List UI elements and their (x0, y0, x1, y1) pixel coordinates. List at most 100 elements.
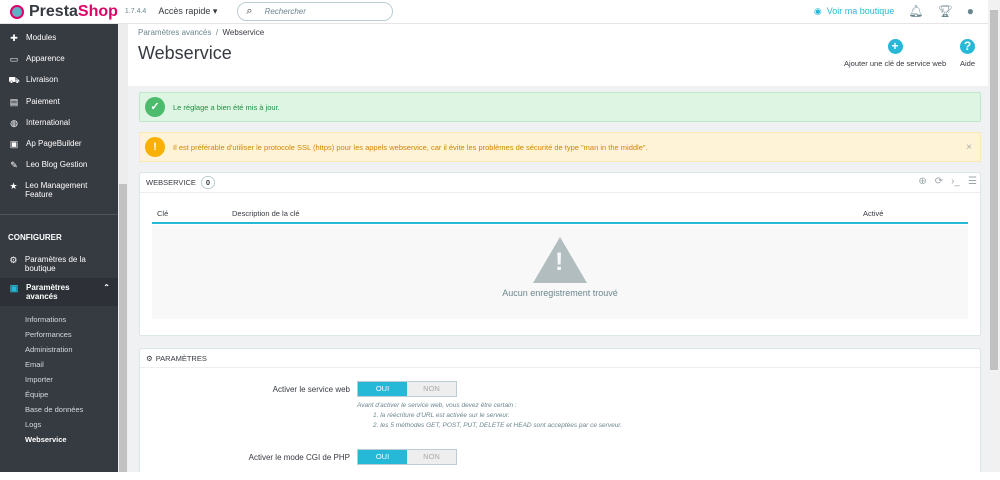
search-input[interactable]: ⌕ Rechercher (237, 2, 394, 21)
brand-b: Shop (77, 2, 118, 20)
label: Paramètres de la boutique (24, 255, 86, 273)
bell-icon[interactable]: 🔔︎ (908, 4, 923, 18)
col-description: Description de la clé (232, 209, 300, 218)
sidebar-item-leo-management[interactable]: ★ Leo Management Feature (0, 176, 118, 204)
sidebar-item-livraison[interactable]: ⛟ Livraison (0, 70, 118, 92)
sub-item-performances[interactable]: Performances (0, 327, 118, 342)
sub-item-webservice[interactable]: Webservice (0, 432, 118, 447)
database-icon[interactable]: ☰ (968, 176, 977, 187)
webservice-panel: WEBSERVICE 0 ⊕ ⟳ ›_ ☰ Clé Description de la … (139, 172, 981, 336)
sub-item-informations[interactable]: Informations (0, 312, 118, 327)
page-scrollbar[interactable] (988, 0, 1000, 472)
sub-item-email[interactable]: Email (0, 357, 118, 372)
empty-state: ! Aucun enregistrement trouvé (152, 225, 968, 319)
gears-icon: ⚙ (146, 353, 153, 363)
label: Leo Management Feature (25, 181, 88, 199)
account-icon[interactable]: ● (967, 4, 974, 18)
toggle-yes[interactable]: OUI (358, 450, 407, 464)
sidebar: ✚ Modules ▭ Apparence ⛟ Livraison ▤ Paiement… (0, 24, 118, 472)
search-placeholder: Rechercher (264, 7, 306, 16)
section-configurer: CONFIGURER (0, 214, 118, 250)
chevron-up-icon: ⌃ (103, 283, 110, 292)
warning-text: Il est préférable d'utiliser le protocol… (173, 142, 648, 152)
plus-circle-icon: + (887, 39, 903, 54)
params-panel: ⚙ PARAMÈTRES Activer le service web OUI NO… (139, 348, 981, 478)
card-icon: ▤ (9, 97, 19, 107)
label: Apparence (26, 54, 65, 63)
sub-item-administration[interactable]: Administration (0, 342, 118, 357)
sub-item-importer[interactable]: Importer (0, 372, 118, 387)
sidebar-item-paiement[interactable]: ▤ Paiement (0, 92, 118, 113)
table-header: Clé Description de la clé Activé (152, 207, 968, 224)
bottom-edge (0, 472, 1000, 480)
field-label: Activer le mode CGI de PHP (248, 453, 350, 462)
empty-text: Aucun enregistrement trouvé (502, 288, 618, 298)
toggle-no[interactable]: NON (407, 382, 456, 396)
scroll-thumb[interactable] (990, 10, 998, 370)
label: International (26, 118, 71, 127)
success-alert: ✓ Le réglage a bien été mis à jour. (139, 92, 981, 122)
sidebar-item-leo-blog[interactable]: ✎ Leo Blog Gestion (0, 155, 118, 176)
refresh-icon[interactable]: ⟳ (935, 176, 943, 187)
sidebar-item-shop-params[interactable]: ⚙ Paramètres de la boutique (0, 250, 118, 278)
warning-triangle-icon: ! (533, 237, 587, 283)
help-line: 2. les 5 méthodes GET, POST, PUT, DELETE… (373, 422, 623, 429)
check-icon: ✓ (145, 97, 165, 117)
sidebar-item-apparence[interactable]: ▭ Apparence (0, 49, 118, 70)
page-title: Webservice (138, 43, 232, 63)
breadcrumb-current: Webservice (222, 28, 265, 37)
view-shop-label: Voir ma boutique (826, 6, 895, 16)
sidebar-item-advanced-params[interactable]: ▣ Paramètres avancés ⌃ (0, 278, 118, 306)
pagebuilder-icon: ▣ (9, 139, 19, 149)
success-text: Le réglage a bien été mis à jour. (173, 102, 280, 112)
page-header: Paramètres avancés / Webservice Webservi… (128, 24, 988, 86)
globe-icon: ◍ (10, 118, 18, 128)
close-icon[interactable]: × (966, 142, 972, 153)
version: 1.7.4.4 (124, 8, 147, 15)
label: Paiement (26, 97, 60, 106)
puzzle-icon: ✚ (10, 33, 18, 43)
sub-item-logs[interactable]: Logs (0, 417, 118, 432)
count-badge: 0 (200, 176, 216, 189)
breadcrumb: Paramètres avancés / Webservice (138, 28, 264, 37)
settings-icon: ▣ (9, 283, 19, 293)
brand-a: Presta (29, 2, 78, 20)
field-help: Avant d'activer le service web, vous dev… (357, 401, 622, 431)
cgi-toggle[interactable]: OUI NON (357, 449, 457, 465)
panel-title: WEBSERVICE (146, 178, 196, 187)
col-active: Activé (863, 209, 884, 218)
sidebar-item-modules[interactable]: ✚ Modules (0, 28, 118, 49)
sidebar-item-international[interactable]: ◍ International (0, 113, 118, 134)
scroll-thumb[interactable] (119, 184, 127, 472)
label: Paramètres avancés (25, 283, 70, 301)
logo-icon (10, 4, 24, 19)
sidebar-scrollbar[interactable] (118, 24, 128, 472)
sidebar-item-pagebuilder[interactable]: ▣ Ap PageBuilder (0, 134, 118, 155)
breadcrumb-sep: / (215, 28, 219, 37)
help-button[interactable]: ? Aide (960, 39, 975, 68)
quick-access-dropdown[interactable]: Accès rapide ▾ (158, 6, 217, 17)
prestashop-logo[interactable]: Presta Shop (10, 3, 118, 21)
webservice-toggle[interactable]: OUI NON (357, 381, 457, 397)
toggle-yes[interactable]: OUI (358, 382, 407, 396)
label: Ap PageBuilder (26, 139, 82, 148)
help-label: Aide (960, 59, 976, 68)
star-icon: ★ (9, 181, 18, 191)
help-line: 1. la réécriture d'URL est activée sur l… (373, 412, 510, 419)
label: Modules (26, 33, 57, 42)
breadcrumb-parent[interactable]: Paramètres avancés (138, 28, 211, 37)
sub-item-equipe[interactable]: Équipe (0, 387, 118, 402)
add-key-button[interactable]: + Ajouter une clé de service web (844, 39, 946, 68)
field-label: Activer le service web (272, 385, 350, 394)
sub-item-database[interactable]: Base de données (0, 402, 118, 417)
toggle-no[interactable]: NON (407, 450, 456, 464)
view-shop-link[interactable]: ◉ Voir ma boutique (814, 6, 894, 17)
col-key: Clé (157, 209, 169, 218)
gear-icon: ⚙ (9, 255, 18, 265)
trophy-icon[interactable]: 🏆︎ (938, 4, 953, 18)
label: Leo Blog Gestion (26, 160, 88, 169)
warning-alert: ! Il est préférable d'utiliser le protoco… (139, 132, 981, 162)
add-icon[interactable]: ⊕ (918, 176, 926, 187)
eye-icon: ◉ (813, 5, 822, 16)
terminal-icon[interactable]: ›_ (951, 176, 960, 187)
